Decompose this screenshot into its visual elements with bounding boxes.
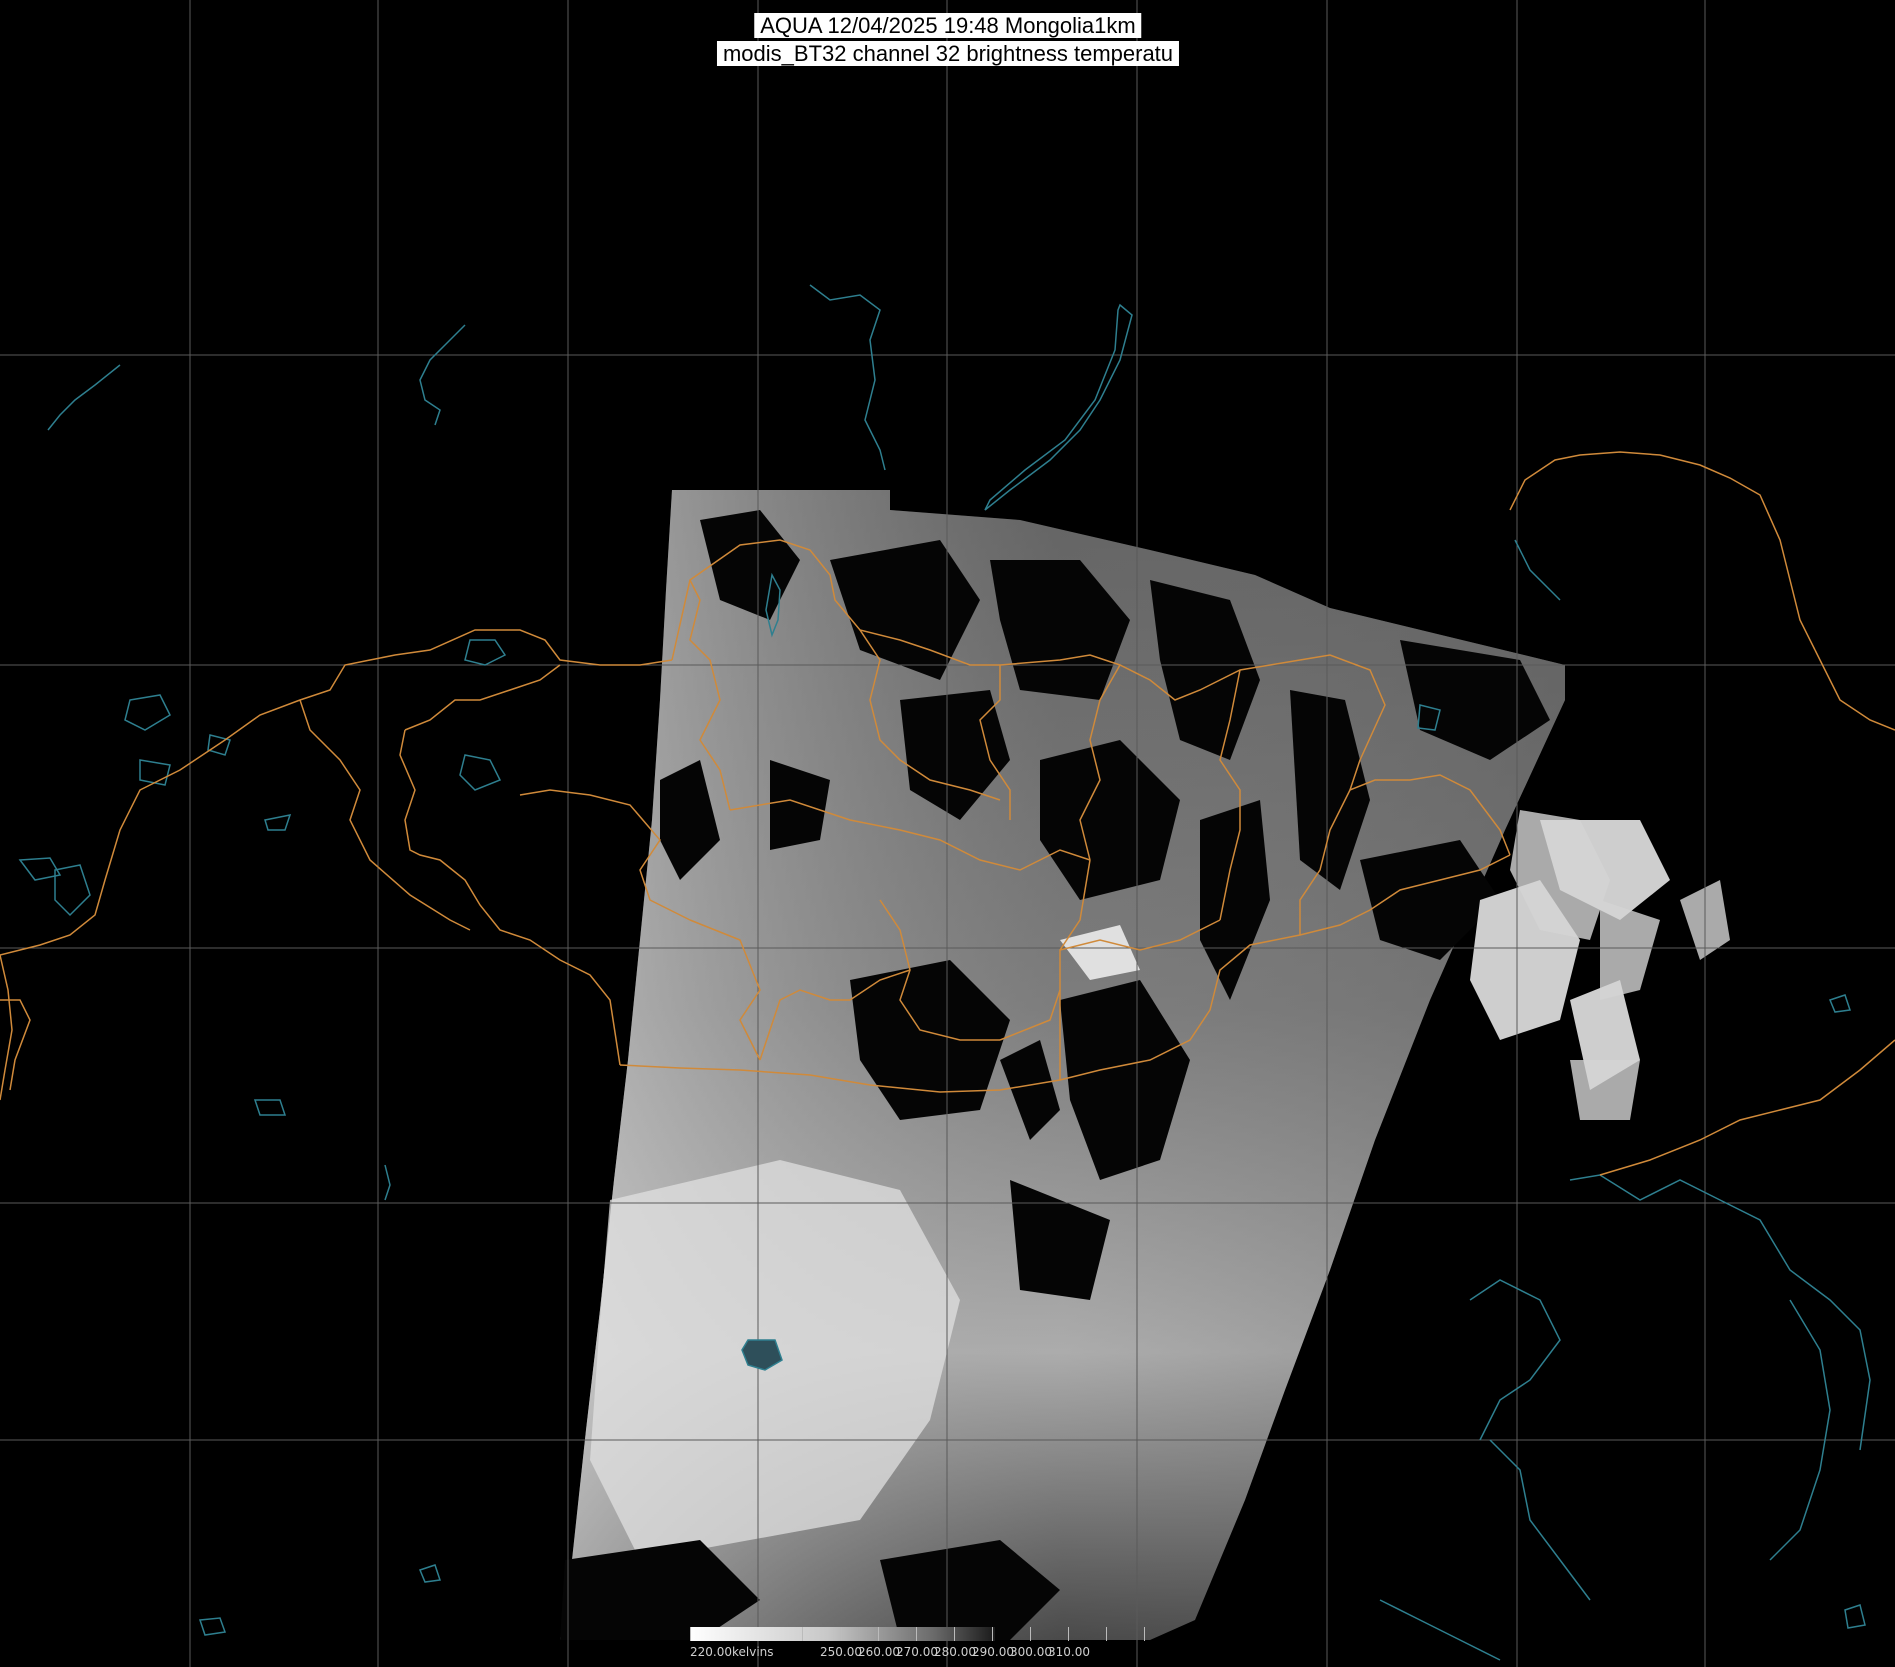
amur-coast — [1514, 539, 1561, 601]
colorbar-label: 280.00 — [934, 1645, 976, 1659]
bohai-coast — [1469, 1279, 1561, 1441]
colorbar-tick — [1144, 1627, 1145, 1641]
border-mongolia-west — [399, 729, 621, 1066]
border-kazakhstan-china — [299, 699, 471, 931]
korea-peninsula — [1769, 1299, 1831, 1561]
russia-far-east — [1509, 451, 1816, 651]
colorbar-label: 220.00kelvins — [690, 1645, 774, 1659]
colorbar-label: 310.00 — [1048, 1645, 1090, 1659]
map-canvas — [0, 0, 1895, 1667]
colorbar-label: 270.00 — [896, 1645, 938, 1659]
lake-west-1 — [124, 694, 171, 731]
colorbar-gradient — [690, 1627, 995, 1641]
province-1 — [404, 664, 561, 731]
colorbar-tick — [840, 1627, 841, 1641]
russia-west-border — [0, 954, 13, 1101]
lake-west-5 — [264, 814, 292, 831]
colorbar-tick — [992, 1627, 993, 1641]
south-coast — [1379, 1599, 1501, 1661]
yellow-sea-coast — [1489, 1439, 1591, 1601]
colorbar-tick — [1030, 1627, 1031, 1641]
colorbar-label: 250.00 — [820, 1645, 862, 1659]
island-east-1 — [1828, 994, 1851, 1013]
map-title-line-1: AQUA 12/04/2025 19:48 Mongolia1km — [754, 13, 1142, 38]
satellite-swath — [560, 490, 1730, 1640]
colorbar-tick — [954, 1627, 955, 1641]
lake-west-7 — [54, 864, 91, 917]
colorbar-tick — [916, 1627, 917, 1641]
river-far-west — [47, 364, 121, 431]
map-frame: AQUA 12/04/2025 19:48 Mongolia1km modis_… — [0, 0, 1895, 1667]
colorbar-label: 290.00 — [972, 1645, 1014, 1659]
lake-uvs — [464, 639, 507, 666]
river-north-west — [419, 324, 466, 426]
colorbar-label: 260.00 — [858, 1645, 900, 1659]
river-sw — [384, 1164, 391, 1201]
yenisei-river — [809, 284, 886, 471]
colorbar-legend: 220.00kelvins 250.00 260.00 270.00 280.0… — [690, 1625, 1175, 1667]
china-korea-border — [1599, 1039, 1895, 1176]
lake-sw-1 — [253, 1099, 287, 1116]
colorbar-tick — [802, 1627, 803, 1641]
map-title-line-2: modis_BT32 channel 32 brightness tempera… — [716, 41, 1180, 66]
lake-sw-2 — [198, 1617, 227, 1636]
east-coast-korea — [1569, 1174, 1871, 1451]
colorbar-tick — [1106, 1627, 1107, 1641]
lake-west-2 — [139, 759, 171, 786]
colorbar-tick — [878, 1627, 879, 1641]
china-northeast — [1814, 649, 1895, 731]
island-east-2 — [1844, 1604, 1866, 1629]
colorbar-tick — [1068, 1627, 1069, 1641]
lake-baikal — [984, 303, 1133, 511]
colorbar-label: 300.00 — [1010, 1645, 1052, 1659]
colorbar-tick — [690, 1627, 691, 1641]
lake-sw-3 — [418, 1564, 441, 1583]
lake-west-3 — [459, 754, 502, 791]
lake-west-6 — [18, 857, 62, 881]
